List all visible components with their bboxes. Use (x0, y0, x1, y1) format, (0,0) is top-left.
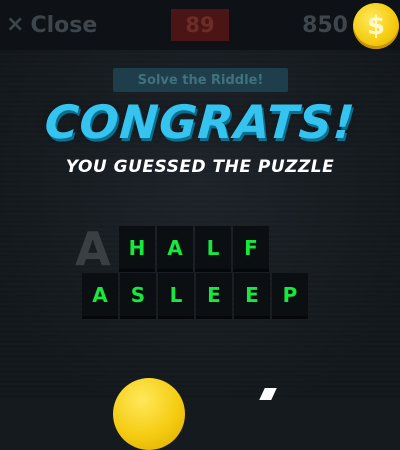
congrats-title: CONGRATS! (42, 95, 357, 149)
letter-tile: L (158, 273, 194, 319)
coin-count: 850 (302, 12, 348, 38)
congrats-subtitle: YOU GUESSED THE PUZZLE (65, 157, 335, 177)
coin-symbol: $ (366, 11, 386, 41)
close-label: Close (30, 12, 98, 38)
coin-reward-icon[interactable] (113, 378, 185, 450)
game-background (0, 0, 400, 400)
top-bar: × Close 89 850 $ (0, 0, 400, 50)
letter-tile: E (196, 273, 232, 319)
answer-row-2: A S L E E P (82, 273, 310, 319)
letter-tile: H (119, 226, 155, 272)
close-icon: × (6, 12, 25, 37)
letter-tile: P (272, 273, 308, 319)
answer-row-1: H A L F (119, 226, 271, 272)
faded-background-text: A (75, 222, 113, 276)
riddle-label: Solve the Riddle! (113, 68, 288, 92)
letter-tile: F (233, 226, 269, 272)
close-button[interactable]: × Close (6, 8, 97, 42)
letter-tile: E (234, 273, 270, 319)
letter-tile: S (120, 273, 156, 319)
letter-tile: L (195, 226, 231, 272)
dollar-coin-icon[interactable]: $ (353, 3, 399, 49)
letter-tile: A (82, 273, 118, 319)
letter-tile: A (157, 226, 193, 272)
timer-counter: 89 (171, 9, 229, 41)
